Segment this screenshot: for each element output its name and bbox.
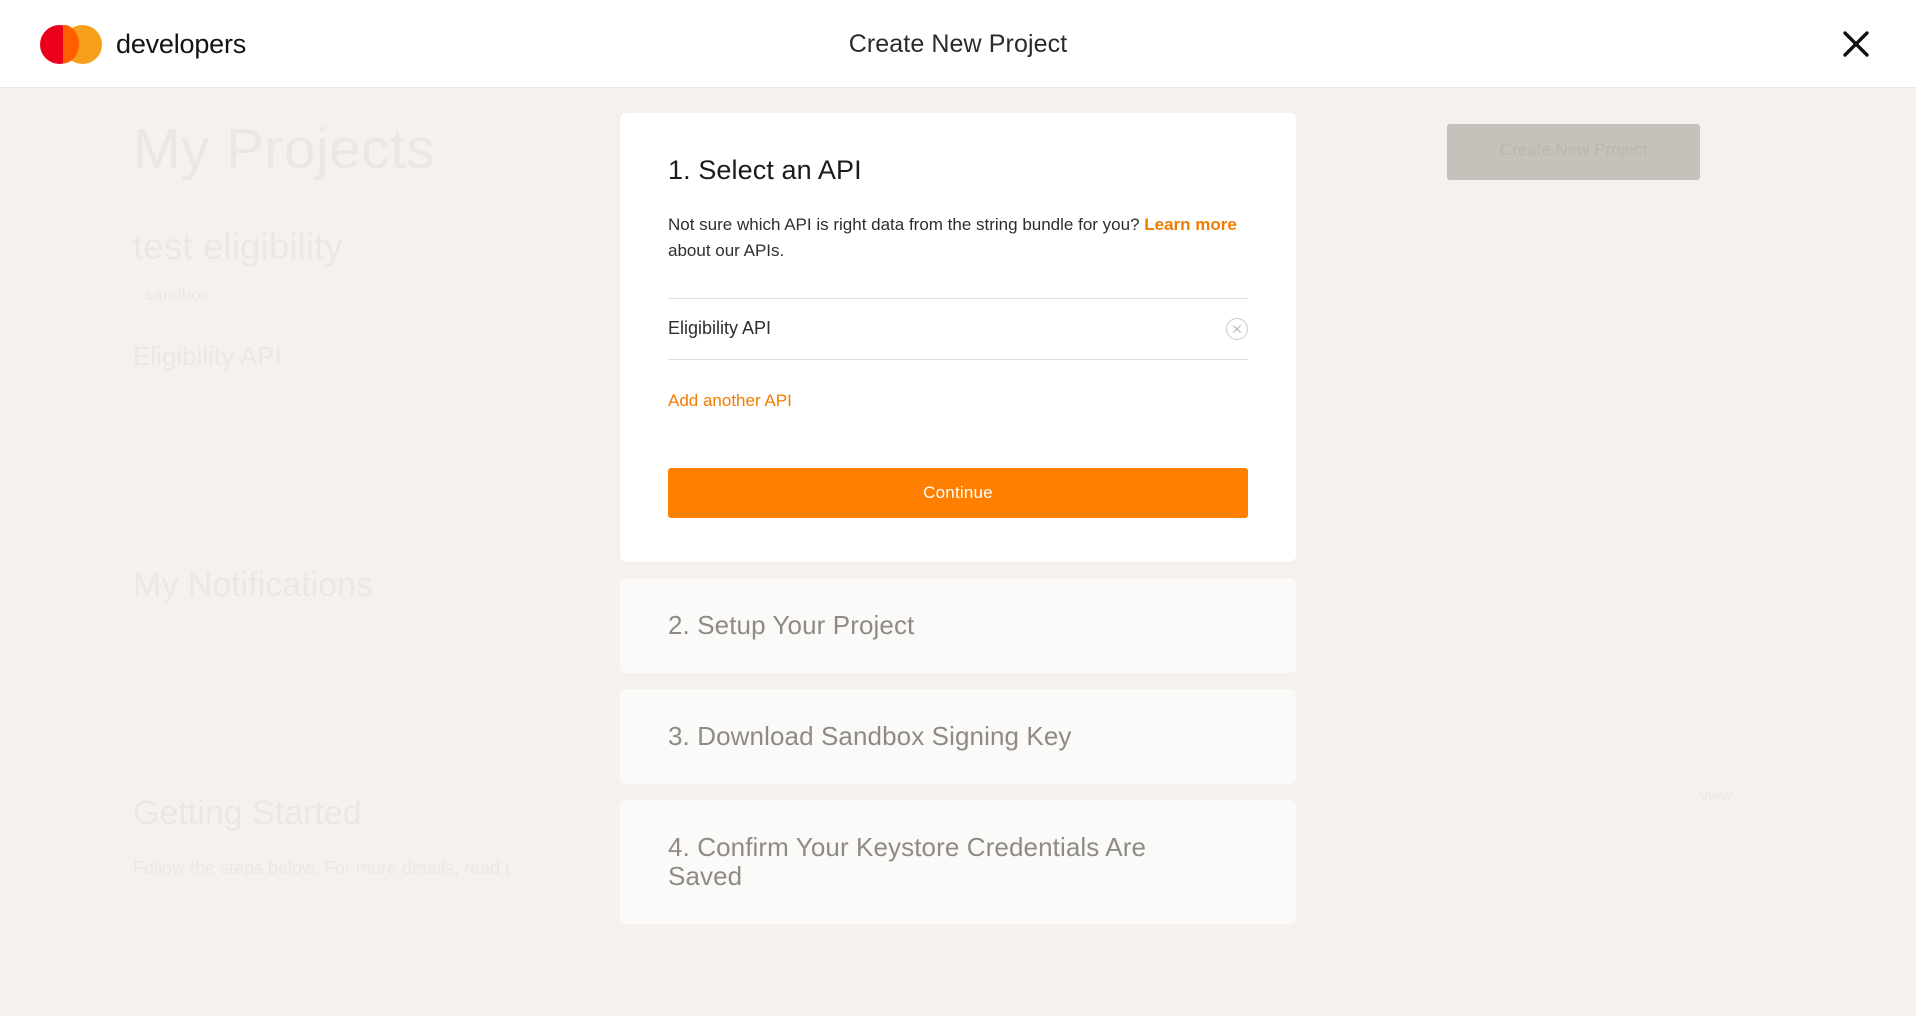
step-3-title: 3. Download Sandbox Signing Key — [668, 720, 1072, 751]
background-project-sub: sandbox — [145, 285, 210, 304]
selected-api-label: Eligibility API — [668, 318, 772, 339]
page-title: Create New Project — [848, 30, 1068, 58]
background-page-title: My Projects — [133, 117, 436, 181]
step-4-title: 4. Confirm Your Keystore Credentials Are… — [668, 831, 1147, 891]
brand: developers — [40, 0, 246, 88]
step-1-description-after: about our APIs. — [668, 240, 785, 260]
background-right-label: view — [1700, 788, 1733, 805]
background-project-name: test eligibility — [133, 226, 343, 267]
step-1-heading: 1. Select an API — [668, 155, 862, 185]
add-another-api-link[interactable]: Add another API — [668, 391, 792, 411]
app-header: developers Create New Project — [0, 0, 1916, 88]
step-2-card[interactable]: 2. Setup Your Project — [620, 577, 1296, 673]
create-project-wizard: 1. Select an API Not sure which API is r… — [620, 113, 1296, 925]
learn-more-link[interactable]: Learn more — [1144, 215, 1237, 234]
step-2-title: 2. Setup Your Project — [668, 609, 915, 640]
background-project-api: Eligibility API — [133, 341, 282, 371]
close-button[interactable] — [1832, 20, 1880, 68]
background-notifications-title: My Notifications — [133, 566, 373, 604]
step-3-card[interactable]: 3. Download Sandbox Signing Key — [620, 688, 1296, 784]
brand-label: developers — [116, 28, 247, 59]
background-getting-started-sub: Follow the steps below. For more details… — [133, 858, 511, 878]
step-1-description: Not sure which API is right data from th… — [668, 212, 1248, 264]
step-1-card: 1. Select an API Not sure which API is r… — [620, 113, 1296, 562]
background-create-project-label: Create New Project — [1499, 140, 1648, 159]
close-icon — [1841, 29, 1871, 59]
step-4-card[interactable]: 4. Confirm Your Keystore Credentials Are… — [620, 799, 1296, 925]
mastercard-logo-icon — [40, 24, 102, 64]
background-getting-started-title: Getting Started — [133, 794, 362, 832]
remove-api-button[interactable] — [1226, 317, 1248, 340]
selected-api-row: Eligibility API — [668, 297, 1248, 360]
remove-circle-icon — [1231, 323, 1243, 335]
step-1-description-before: Not sure which API is right data from th… — [668, 215, 1145, 234]
continue-button[interactable]: Continue — [668, 467, 1248, 518]
